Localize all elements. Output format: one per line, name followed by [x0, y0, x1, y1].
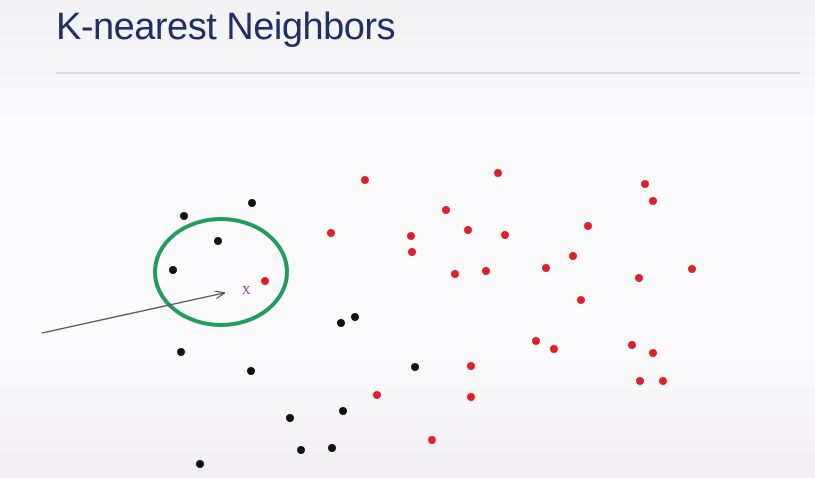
black-point: [248, 199, 256, 207]
red-point: [407, 232, 415, 240]
black-point: [196, 460, 204, 468]
red-point: [494, 169, 502, 177]
black-point: [339, 407, 347, 415]
black-point: [169, 266, 177, 274]
black-point: [247, 367, 255, 375]
red-point: [467, 362, 475, 370]
knn-diagram: x: [41, 169, 696, 468]
red-point: [649, 197, 657, 205]
black-point: [297, 446, 305, 454]
black-point: [328, 444, 336, 452]
red-point: [408, 248, 416, 256]
red-point: [442, 206, 450, 214]
red-point: [327, 229, 335, 237]
red-point: [641, 180, 649, 188]
black-point: [180, 212, 188, 220]
red-point: [451, 270, 459, 278]
red-point: [428, 436, 436, 444]
red-point: [628, 341, 636, 349]
slide: K-nearest Neighbors x: [0, 0, 815, 478]
black-point: [286, 414, 294, 422]
red-point: [467, 393, 475, 401]
red-point: [584, 222, 592, 230]
red-point: [636, 377, 644, 385]
pointer-arrow: [41, 293, 224, 334]
red-point: [550, 345, 558, 353]
red-point: [373, 391, 381, 399]
black-point: [337, 319, 345, 327]
red-point: [577, 296, 585, 304]
red-point: [649, 349, 657, 357]
black-point: [214, 237, 222, 245]
query-point-label: x: [242, 279, 251, 298]
red-point: [532, 337, 540, 345]
black-point: [177, 348, 185, 356]
red-point: [501, 231, 509, 239]
black-point: [351, 313, 359, 321]
red-point: [659, 377, 667, 385]
red-point: [464, 226, 472, 234]
red-point: [635, 274, 643, 282]
red-point: [482, 267, 490, 275]
red-point: [542, 264, 550, 272]
red-point: [569, 252, 577, 260]
red-point: [688, 265, 696, 273]
red-point: [261, 277, 269, 285]
red-point: [361, 176, 369, 184]
black-point: [411, 363, 419, 371]
